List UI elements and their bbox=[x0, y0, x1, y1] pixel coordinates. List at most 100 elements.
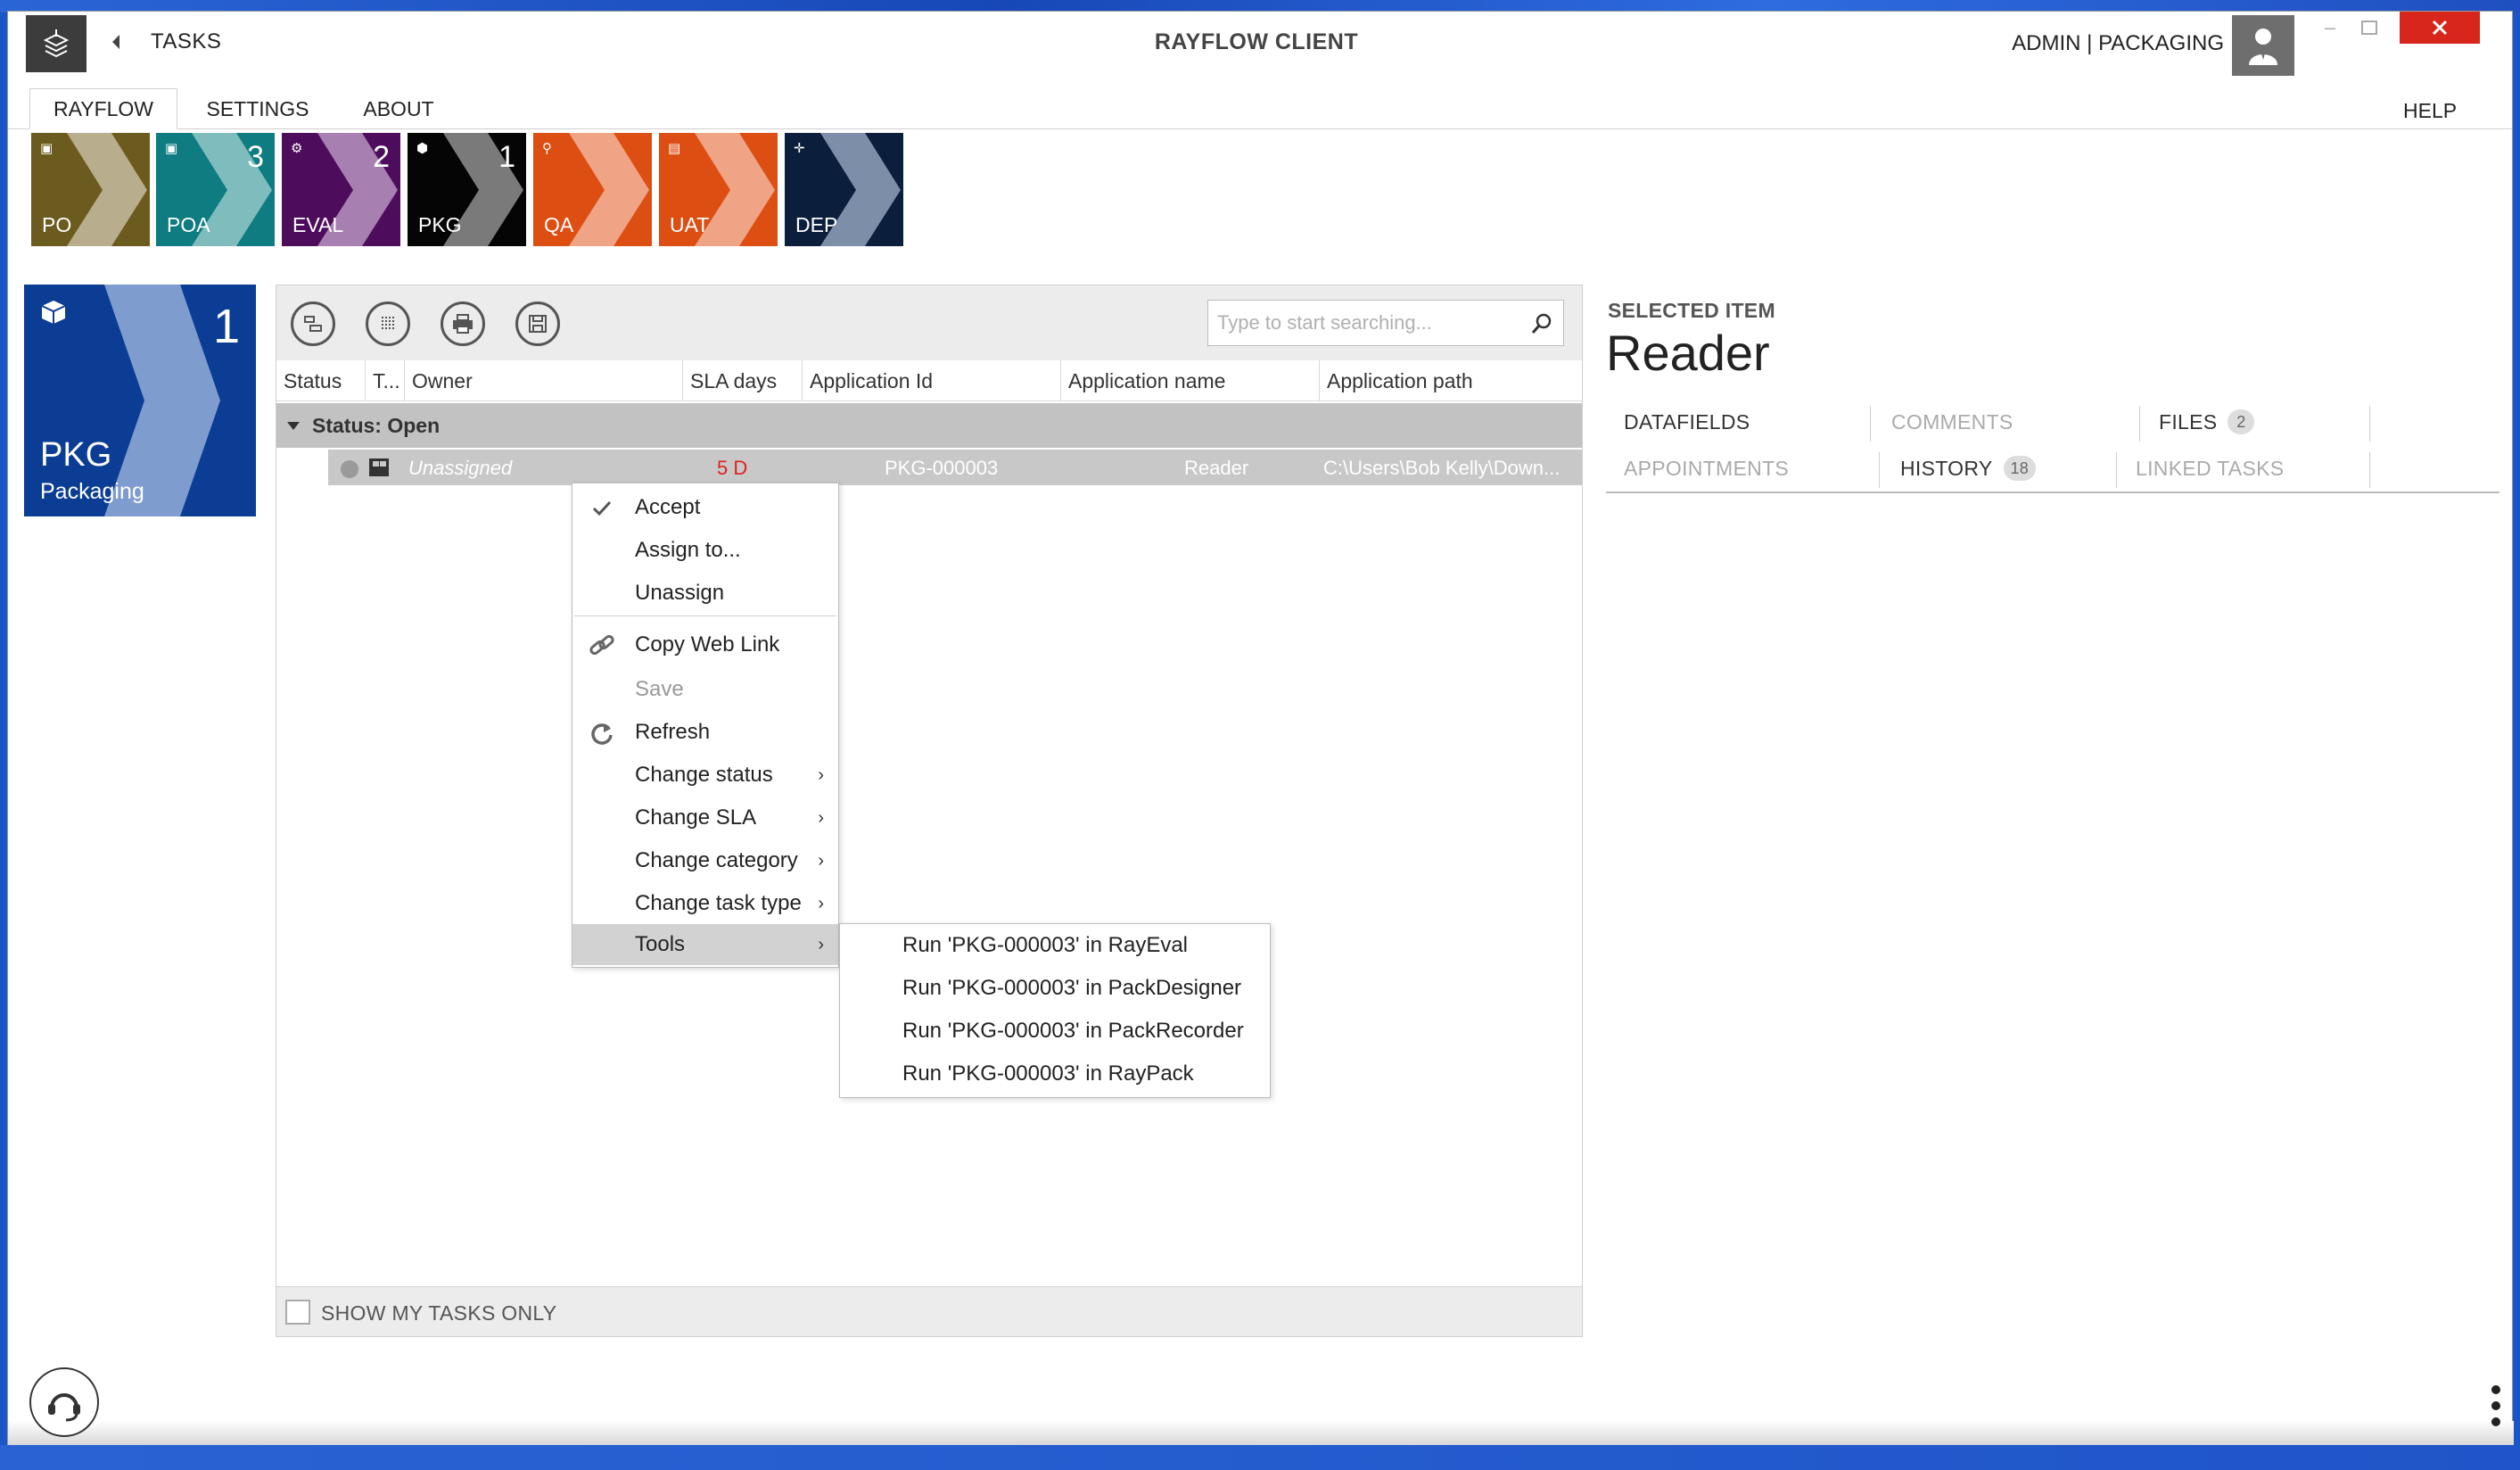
workflow-tile-uat[interactable]: ▤ UAT bbox=[659, 133, 778, 246]
print-button[interactable] bbox=[441, 301, 485, 346]
close-button[interactable] bbox=[2400, 12, 2480, 44]
selected-tile-name: Packaging bbox=[40, 479, 144, 504]
maximize-button[interactable] bbox=[2351, 12, 2387, 44]
checkmark-icon bbox=[589, 496, 615, 521]
tile-code: UAT bbox=[670, 213, 710, 236]
submenu-item-run-packrecorder[interactable]: Run 'PKG-000003' in PackRecorder bbox=[840, 1010, 1270, 1053]
user-avatar[interactable] bbox=[2232, 15, 2294, 76]
tools-submenu: Run 'PKG-000003' in RayEval Run 'PKG-000… bbox=[839, 923, 1271, 1098]
task-application-id: PKG-000003 bbox=[885, 457, 999, 479]
task-list-panel: Status T... Owner SLA days Application I… bbox=[276, 285, 1583, 1337]
status-dot-icon bbox=[341, 460, 358, 478]
group-by-button[interactable] bbox=[291, 301, 335, 346]
menu-item-label: Change category bbox=[635, 848, 798, 872]
column-header-status[interactable]: Status bbox=[276, 360, 366, 401]
menu-separator bbox=[574, 615, 836, 616]
column-header-application-name[interactable]: Application name bbox=[1061, 360, 1320, 401]
show-my-tasks-checkbox[interactable] bbox=[285, 1300, 310, 1325]
task-toolbar bbox=[276, 285, 1582, 360]
tab-rayflow[interactable]: RAYFLOW bbox=[29, 88, 177, 129]
deploy-icon: ✛ bbox=[794, 141, 805, 156]
tab-datafields[interactable]: DATAFIELDS bbox=[1624, 401, 1750, 443]
user-label: ADMIN | PACKAGING bbox=[2012, 31, 2224, 55]
table-row[interactable]: Unassigned 5 D PKG-000003 Reader C:\User… bbox=[328, 450, 1582, 485]
help-link[interactable]: HELP bbox=[2403, 99, 2457, 123]
tile-count: 2 bbox=[373, 140, 390, 174]
gears-icon: ⚙ bbox=[291, 141, 303, 156]
selected-item-title: Reader bbox=[1606, 325, 1770, 381]
columns-button[interactable] bbox=[366, 301, 410, 346]
submenu-arrow-icon: › bbox=[818, 935, 824, 954]
windows-installer-icon bbox=[367, 457, 391, 483]
tab-comments[interactable]: COMMENTS bbox=[1891, 401, 2014, 443]
menu-item-copy-web-link[interactable]: Copy Web Link bbox=[572, 624, 838, 665]
search-box bbox=[1207, 300, 1564, 346]
tab-separator bbox=[2116, 452, 2117, 488]
submenu-item-run-rayeval[interactable]: Run 'PKG-000003' in RayEval bbox=[840, 924, 1270, 967]
menu-item-label: Save bbox=[635, 677, 684, 701]
menu-item-label: Change task type bbox=[635, 891, 802, 915]
save-button[interactable] bbox=[515, 301, 560, 346]
back-arrow-icon[interactable] bbox=[108, 31, 124, 53]
menu-item-change-sla[interactable]: Change SLA › bbox=[572, 797, 838, 838]
menu-item-label: Copy Web Link bbox=[635, 632, 780, 657]
column-header-application-path[interactable]: Application path bbox=[1320, 360, 1582, 401]
collapse-triangle-icon[interactable] bbox=[287, 421, 300, 430]
minimize-button[interactable]: – bbox=[2312, 12, 2348, 44]
menu-item-accept[interactable]: Accept bbox=[572, 487, 838, 528]
menu-item-unassign[interactable]: Unassign bbox=[572, 573, 838, 614]
column-header-application-id[interactable]: Application Id bbox=[803, 360, 1061, 401]
tab-files[interactable]: FILES 2 bbox=[2159, 401, 2255, 443]
menu-item-assign-to[interactable]: Assign to... bbox=[572, 530, 838, 571]
workflow-tile-pkg[interactable]: ⬢ 1 PKG bbox=[408, 133, 526, 246]
tab-history-label: HISTORY bbox=[1900, 456, 1993, 480]
tab-separator bbox=[2369, 452, 2370, 488]
submenu-item-run-packdesigner[interactable]: Run 'PKG-000003' in PackDesigner bbox=[840, 967, 1270, 1010]
selected-workflow-tile[interactable]: 1 PKG Packaging bbox=[24, 285, 256, 516]
workflow-tile-qa[interactable]: ⚲ QA bbox=[533, 133, 652, 246]
tab-appointments[interactable]: APPOINTMENTS bbox=[1624, 447, 1789, 490]
tile-count: 1 bbox=[498, 140, 515, 174]
menu-item-change-category[interactable]: Change category › bbox=[572, 840, 838, 881]
workflow-tile-eval[interactable]: ⚙ 2 EVAL bbox=[282, 133, 400, 246]
menu-item-label: Tools bbox=[635, 932, 686, 956]
tile-count: 3 bbox=[247, 140, 264, 174]
show-my-tasks-label[interactable]: SHOW MY TASKS ONLY bbox=[321, 1301, 556, 1325]
tab-settings[interactable]: SETTINGS bbox=[186, 88, 329, 129]
search-input[interactable] bbox=[1208, 301, 1511, 344]
document-icon: ▣ bbox=[40, 141, 54, 156]
group-label: Status: Open bbox=[312, 413, 441, 437]
tile-code: POA bbox=[167, 213, 210, 236]
tab-linked-tasks[interactable]: LINKED TASKS bbox=[2136, 447, 2284, 490]
menu-item-change-task-type[interactable]: Change task type › bbox=[572, 883, 838, 924]
selected-tile-count: 1 bbox=[212, 300, 240, 353]
submenu-item-run-raypack[interactable]: Run 'PKG-000003' in RayPack bbox=[840, 1053, 1270, 1095]
link-icon bbox=[589, 633, 615, 658]
column-header-owner[interactable]: Owner bbox=[405, 360, 683, 401]
column-header-type[interactable]: T... bbox=[366, 360, 405, 401]
tab-separator bbox=[1879, 452, 1880, 488]
submenu-arrow-icon: › bbox=[818, 894, 824, 913]
menu-item-change-status[interactable]: Change status › bbox=[572, 755, 838, 796]
app-title: RAYFLOW CLIENT bbox=[1154, 29, 1359, 54]
tab-files-label: FILES bbox=[2159, 409, 2218, 434]
workflow-tile-poa[interactable]: ▣ 3 POA bbox=[156, 133, 275, 246]
tab-history[interactable]: HISTORY 18 bbox=[1900, 447, 2037, 490]
menu-item-label: Change status bbox=[635, 763, 773, 787]
users-icon: ▤ bbox=[668, 141, 681, 156]
app-logo-icon[interactable] bbox=[26, 15, 86, 72]
submenu-arrow-icon: › bbox=[818, 851, 824, 871]
workflow-tile-po[interactable]: ▣ PO bbox=[31, 133, 150, 246]
search-icon[interactable] bbox=[1529, 311, 1554, 336]
workflow-tile-dep[interactable]: ✛ DEP bbox=[785, 133, 903, 246]
menu-item-save[interactable]: Save bbox=[572, 669, 838, 710]
support-icon[interactable] bbox=[29, 1367, 99, 1437]
app-window: TASKS RAYFLOW CLIENT ADMIN | PACKAGING –… bbox=[7, 11, 2514, 1446]
column-header-sla-days[interactable]: SLA days bbox=[683, 360, 803, 401]
selected-tile-code: PKG bbox=[40, 436, 112, 474]
menu-item-tools[interactable]: Tools › bbox=[572, 924, 838, 965]
tab-about[interactable]: ABOUT bbox=[336, 88, 461, 129]
group-row-status-open[interactable]: Status: Open bbox=[276, 403, 1582, 448]
menu-item-refresh[interactable]: Refresh bbox=[572, 712, 838, 753]
more-options-icon[interactable] bbox=[2489, 1382, 2503, 1435]
